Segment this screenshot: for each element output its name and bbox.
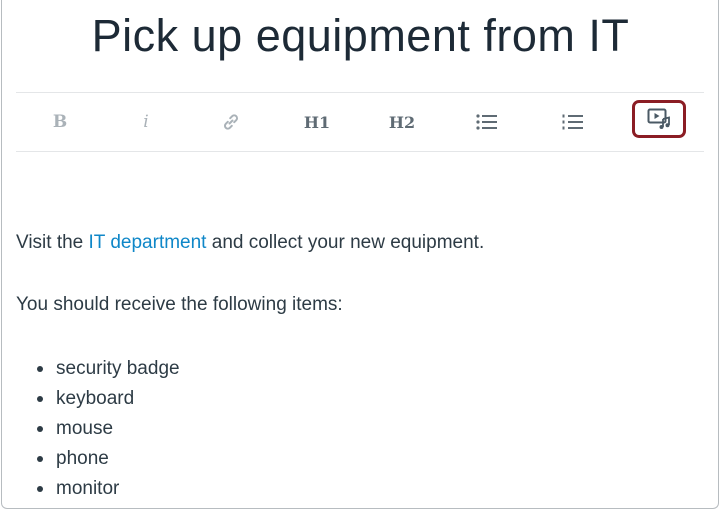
- numbered-list-icon: [562, 114, 583, 130]
- intro-paragraph: Visit the IT department and collect your…: [16, 232, 484, 254]
- list-item: keyboard: [36, 386, 180, 416]
- formatting-toolbar: B i H1 H2: [16, 92, 704, 152]
- it-department-link[interactable]: IT department: [89, 232, 207, 253]
- bold-button[interactable]: B: [30, 93, 90, 151]
- equipment-list: security badge keyboard mouse phone moni…: [36, 356, 180, 506]
- heading1-icon: H1: [303, 112, 331, 132]
- link-icon: [223, 114, 239, 130]
- list-item: monitor: [36, 476, 180, 506]
- list-item: security badge: [36, 356, 180, 386]
- numbered-list-button[interactable]: [543, 93, 603, 151]
- page-title: Pick up equipment from IT: [91, 10, 630, 61]
- media-button[interactable]: [632, 100, 686, 138]
- media-icon: [647, 108, 670, 129]
- link-button[interactable]: [201, 93, 261, 151]
- heading2-icon: H2: [388, 112, 416, 132]
- list-item: phone: [36, 446, 180, 476]
- italic-icon: i: [143, 112, 149, 132]
- italic-button[interactable]: i: [116, 93, 176, 151]
- heading1-button[interactable]: H1: [287, 93, 347, 151]
- list-item: mouse: [36, 416, 180, 446]
- bold-icon: B: [52, 112, 68, 132]
- bulleted-list-button[interactable]: [457, 93, 517, 151]
- intro-prefix: Visit the: [16, 232, 89, 253]
- intro-suffix: and collect your new equipment.: [206, 232, 485, 253]
- heading2-button[interactable]: H2: [372, 93, 432, 151]
- items-heading: You should receive the following items:: [16, 294, 343, 315]
- bulleted-list-icon: [476, 114, 497, 130]
